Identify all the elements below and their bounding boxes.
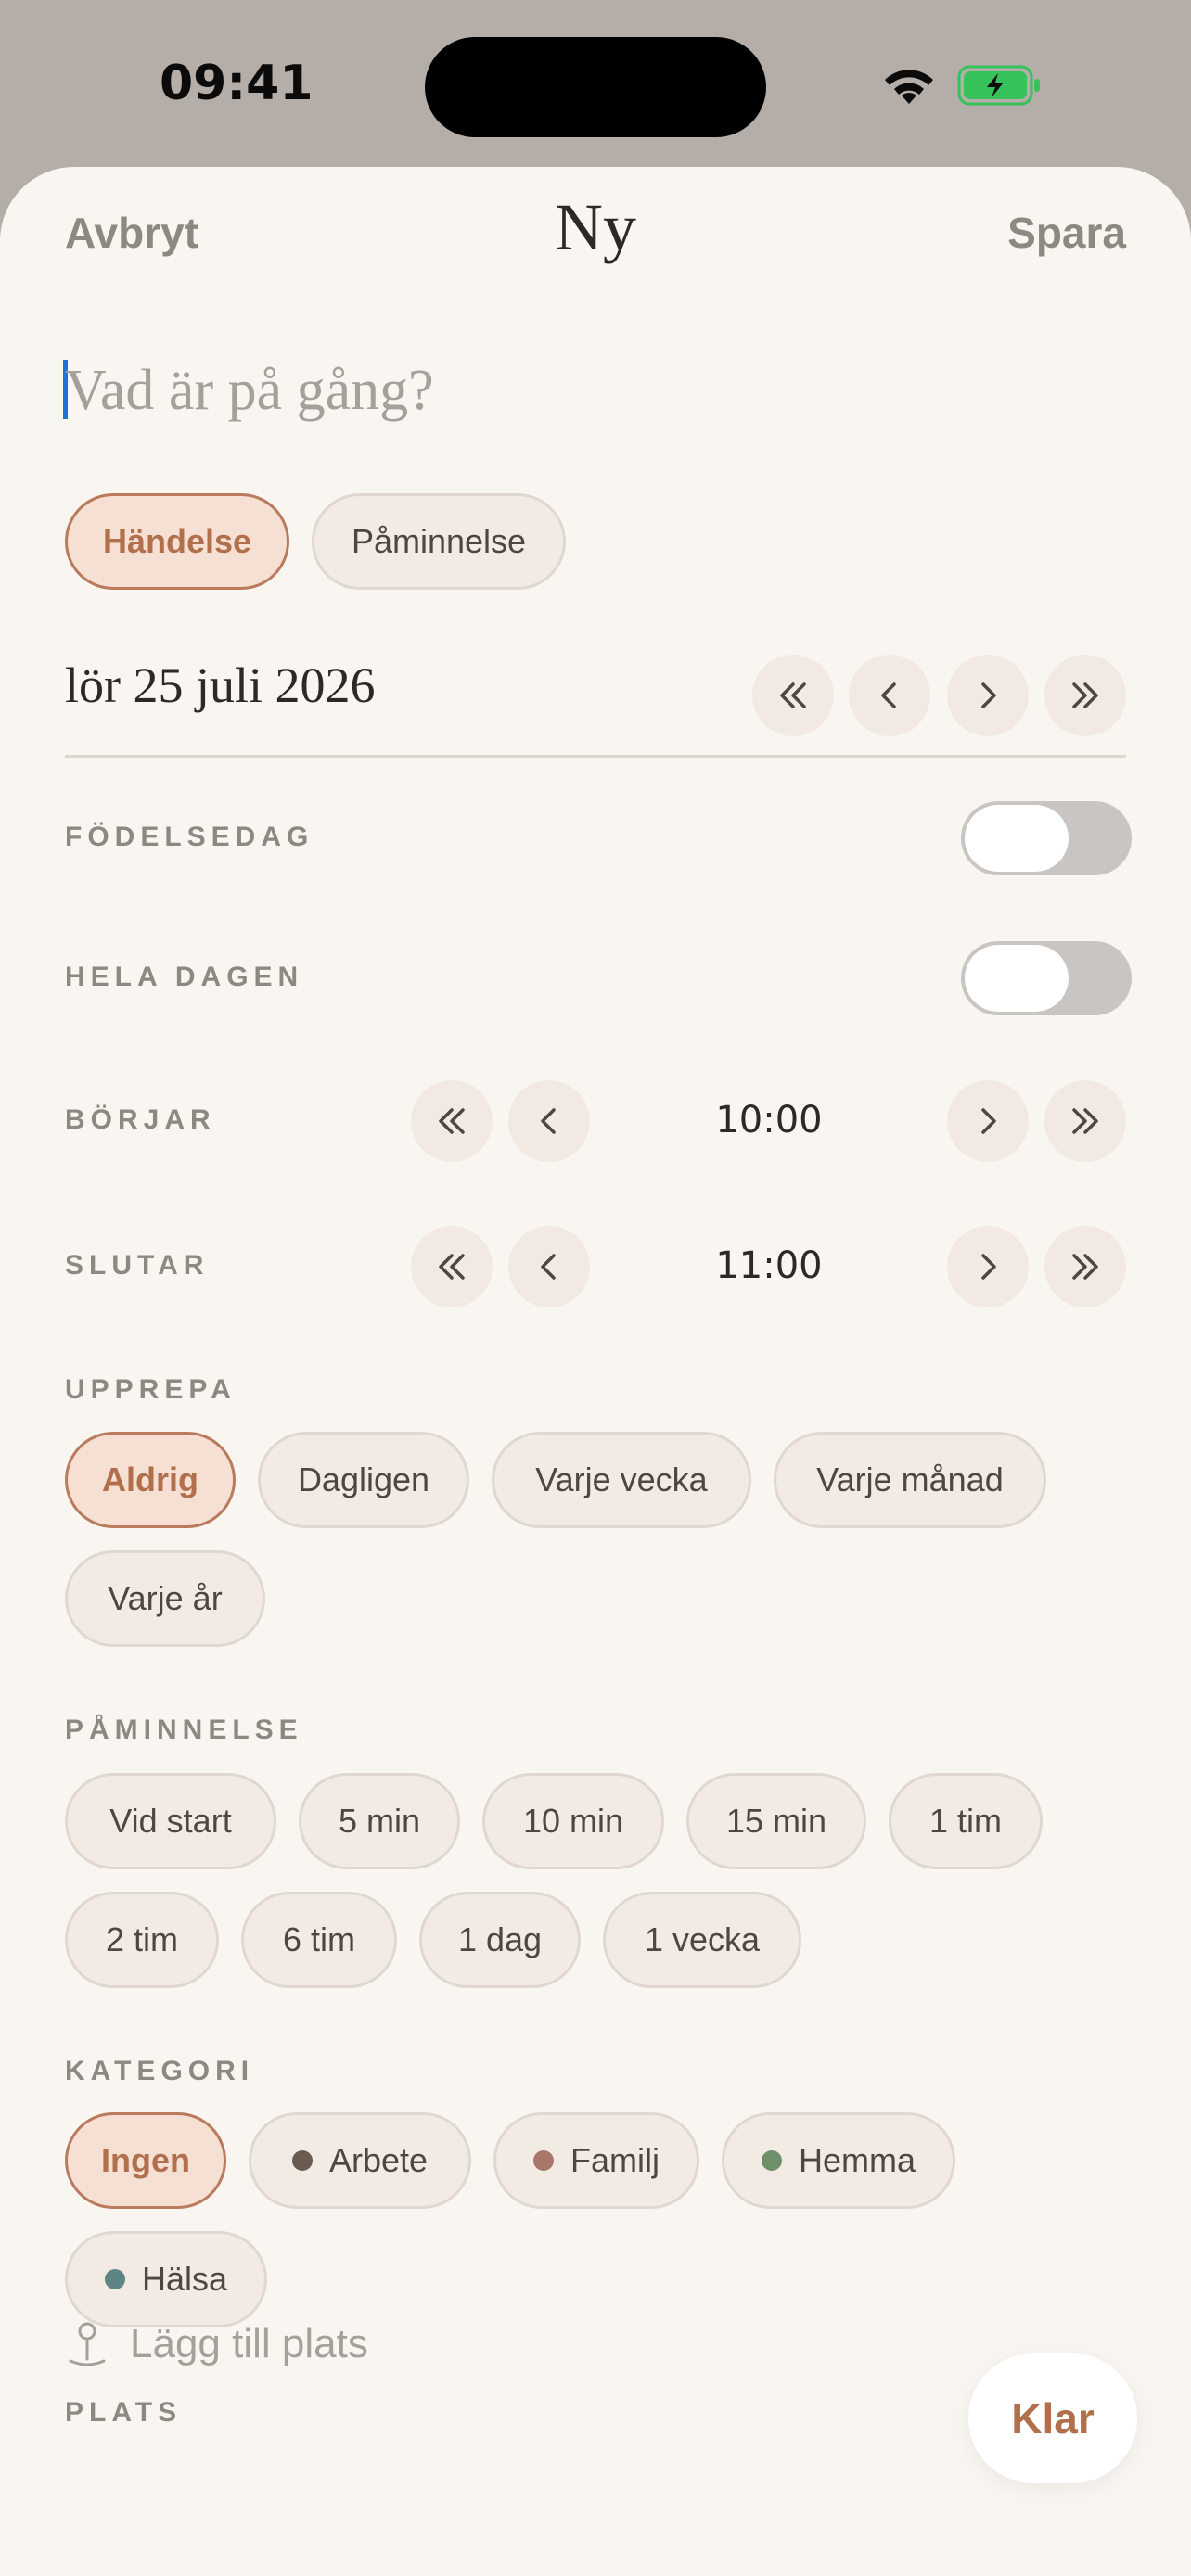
toggle-knob — [965, 945, 1069, 1012]
chevron-right-icon — [981, 1108, 996, 1134]
reminder-option-1w[interactable]: 1 vecka — [603, 1892, 801, 1988]
birthday-toggle[interactable] — [961, 801, 1132, 875]
new-event-sheet: Avbryt Ny Spara Händelse Påminnelse lör … — [0, 167, 1191, 2576]
chevron-left-icon — [541, 1108, 556, 1134]
category-color-dot — [761, 2150, 782, 2171]
done-button[interactable]: Klar — [968, 2353, 1137, 2483]
ends-label: SLUTAR — [65, 1250, 210, 1281]
reminder-option-1d[interactable]: 1 dag — [419, 1892, 581, 1988]
category-label-text: Familj — [570, 2141, 660, 2179]
location-pin-icon — [69, 2322, 106, 2366]
type-option-event[interactable]: Händelse — [65, 493, 289, 590]
double-chevron-left-icon — [780, 682, 806, 708]
all-day-label: HELA DAGEN — [65, 962, 304, 992]
category-label-text: Ingen — [101, 2141, 190, 2179]
double-chevron-right-icon — [1072, 1108, 1098, 1134]
starts-forward-large-button[interactable] — [1044, 1080, 1126, 1162]
reminder-option-at-start[interactable]: Vid start — [65, 1773, 276, 1869]
battery-icon — [957, 65, 1040, 106]
repeat-label: UPPREPA — [65, 1374, 237, 1405]
ends-back-large-button[interactable] — [411, 1226, 493, 1307]
ends-back-button[interactable] — [508, 1226, 590, 1307]
category-option-home[interactable]: Hemma — [722, 2112, 955, 2209]
chevron-left-icon — [881, 682, 896, 708]
repeat-option-daily[interactable]: Dagligen — [258, 1432, 469, 1528]
category-option-health[interactable]: Hälsa — [65, 2231, 267, 2327]
chevron-right-icon — [981, 1254, 996, 1280]
add-place-button[interactable]: Lägg till plats — [65, 2320, 368, 2368]
nav-bar: Avbryt Ny Spara — [0, 167, 1191, 297]
reminder-option-1h[interactable]: 1 tim — [889, 1773, 1043, 1869]
dynamic-island — [425, 37, 766, 137]
save-button[interactable]: Spara — [1007, 208, 1126, 258]
type-option-reminder[interactable]: Påminnelse — [312, 493, 566, 590]
starts-forward-button[interactable] — [947, 1080, 1029, 1162]
category-option-none[interactable]: Ingen — [65, 2112, 226, 2209]
repeat-option-weekly[interactable]: Varje vecka — [492, 1432, 751, 1528]
divider — [65, 755, 1126, 758]
title-input[interactable] — [65, 349, 1122, 432]
reminder-option-6h[interactable]: 6 tim — [241, 1892, 397, 1988]
double-chevron-left-icon — [439, 1108, 465, 1134]
category-label-text: Hälsa — [141, 2260, 228, 2298]
date-next-month-button[interactable] — [1044, 655, 1126, 736]
date-prev-day-button[interactable] — [849, 655, 930, 736]
reminder-option-15min[interactable]: 15 min — [686, 1773, 866, 1869]
category-label-text: Hemma — [798, 2141, 916, 2179]
category-label-text: Arbete — [328, 2141, 429, 2179]
starts-back-large-button[interactable] — [411, 1080, 493, 1162]
starts-label: BÖRJAR — [65, 1104, 216, 1135]
chevron-right-icon — [981, 682, 996, 708]
category-color-dot — [533, 2150, 554, 2171]
category-color-dot — [291, 2150, 313, 2171]
add-place-text: Lägg till plats — [130, 2321, 368, 2366]
double-chevron-left-icon — [439, 1254, 465, 1280]
ends-forward-button[interactable] — [947, 1226, 1029, 1307]
birthday-label: FÖDELSEDAG — [65, 822, 314, 852]
reminder-option-2h[interactable]: 2 tim — [65, 1892, 219, 1988]
repeat-option-yearly[interactable]: Varje år — [65, 1550, 265, 1647]
starts-time-value: 10:00 — [715, 1099, 823, 1141]
reminder-label: PÅMINNELSE — [65, 1715, 303, 1745]
wifi-icon — [885, 70, 933, 104]
double-chevron-right-icon — [1072, 682, 1098, 708]
date-next-day-button[interactable] — [947, 655, 1029, 736]
reminder-option-5min[interactable]: 5 min — [299, 1773, 460, 1869]
chevron-left-icon — [541, 1254, 556, 1280]
toggle-knob — [965, 805, 1069, 872]
repeat-option-monthly[interactable]: Varje månad — [774, 1432, 1046, 1528]
date-value: lör 25 juli 2026 — [65, 657, 376, 713]
category-label: KATEGORI — [65, 2056, 255, 2086]
place-label: PLATS — [65, 2397, 183, 2428]
ends-time-value: 11:00 — [715, 1244, 823, 1287]
starts-back-button[interactable] — [508, 1080, 590, 1162]
double-chevron-right-icon — [1072, 1254, 1098, 1280]
reminder-option-10min[interactable]: 10 min — [482, 1773, 664, 1869]
category-option-family[interactable]: Familj — [493, 2112, 699, 2209]
category-option-work[interactable]: Arbete — [249, 2112, 471, 2209]
all-day-toggle[interactable] — [961, 941, 1132, 1015]
category-color-dot — [104, 2269, 125, 2289]
ends-forward-large-button[interactable] — [1044, 1226, 1126, 1307]
date-prev-month-button[interactable] — [752, 655, 834, 736]
status-time: 09:41 — [160, 56, 314, 111]
repeat-option-never[interactable]: Aldrig — [65, 1432, 236, 1528]
